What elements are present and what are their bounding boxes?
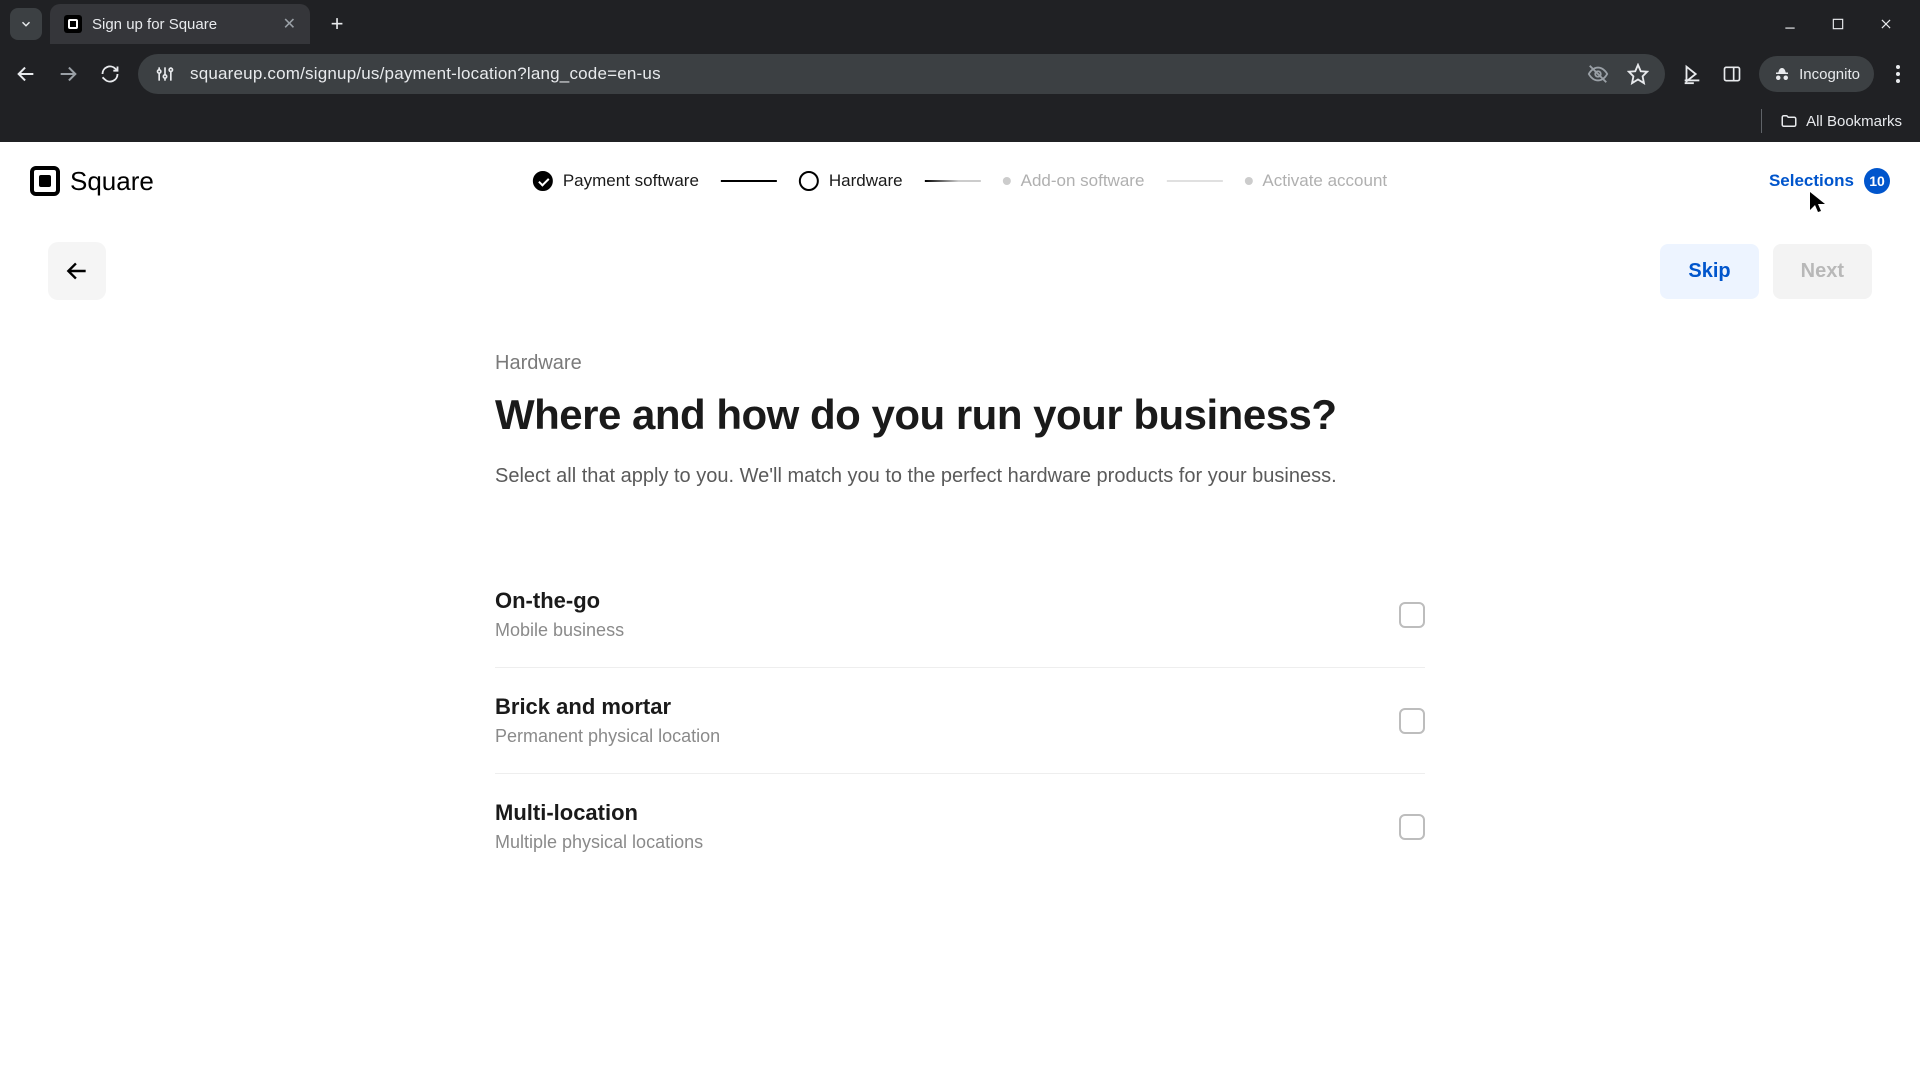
url-text: squareup.com/signup/us/payment-location?… bbox=[190, 64, 661, 84]
browser-forward-button[interactable] bbox=[54, 60, 82, 88]
divider bbox=[1761, 109, 1762, 133]
step-label: Hardware bbox=[829, 171, 903, 191]
side-panel-icon[interactable] bbox=[1719, 61, 1745, 87]
incognito-label: Incognito bbox=[1799, 66, 1860, 83]
tab-favicon bbox=[64, 15, 82, 33]
main-content: Hardware Where and how do you run your b… bbox=[475, 352, 1445, 879]
step-upcoming-icon bbox=[1244, 177, 1252, 185]
option-multi-location[interactable]: Multi-location Multiple physical locatio… bbox=[495, 774, 1425, 879]
section-eyebrow: Hardware bbox=[495, 352, 1425, 375]
options-list: On-the-go Mobile business Brick and mort… bbox=[495, 562, 1425, 879]
app-header: Square Payment software Hardware Add-on … bbox=[0, 142, 1920, 220]
all-bookmarks-button[interactable]: All Bookmarks bbox=[1780, 112, 1902, 130]
browser-back-button[interactable] bbox=[12, 60, 40, 88]
eye-off-icon[interactable] bbox=[1587, 63, 1609, 85]
progress-stepper: Payment software Hardware Add-on softwar… bbox=[533, 171, 1387, 191]
step-current-icon bbox=[799, 171, 819, 191]
square-logo[interactable]: Square bbox=[30, 166, 154, 197]
step-activate-account: Activate account bbox=[1244, 171, 1387, 191]
browser-menu-button[interactable] bbox=[1888, 65, 1908, 83]
tab-strip: Sign up for Square ✕ + bbox=[0, 0, 1920, 48]
step-connector bbox=[721, 180, 777, 182]
option-brick-and-mortar[interactable]: Brick and mortar Permanent physical loca… bbox=[495, 668, 1425, 774]
page-content: Square Payment software Hardware Add-on … bbox=[0, 142, 1920, 1080]
bookmarks-bar: All Bookmarks bbox=[0, 100, 1920, 142]
step-addon-software: Add-on software bbox=[1003, 171, 1145, 191]
window-close-icon[interactable] bbox=[1876, 17, 1896, 31]
option-title: Multi-location bbox=[495, 800, 703, 826]
all-bookmarks-label: All Bookmarks bbox=[1806, 113, 1902, 130]
option-subtitle: Mobile business bbox=[495, 620, 624, 641]
step-payment-software: Payment software bbox=[533, 171, 699, 191]
window-minimize-icon[interactable] bbox=[1780, 17, 1800, 31]
step-done-icon bbox=[533, 171, 553, 191]
option-subtitle: Multiple physical locations bbox=[495, 832, 703, 853]
checkbox[interactable] bbox=[1399, 814, 1425, 840]
tab-search-button[interactable] bbox=[10, 8, 42, 40]
option-title: Brick and mortar bbox=[495, 694, 720, 720]
back-button[interactable] bbox=[48, 242, 106, 300]
selections-count-badge: 10 bbox=[1864, 168, 1890, 194]
square-logo-text: Square bbox=[70, 166, 154, 197]
tab-title: Sign up for Square bbox=[92, 16, 273, 33]
page-headline: Where and how do you run your business? bbox=[495, 391, 1425, 439]
media-control-icon[interactable] bbox=[1679, 61, 1705, 87]
site-settings-icon[interactable] bbox=[154, 63, 176, 85]
step-connector bbox=[1166, 180, 1222, 182]
step-hardware: Hardware bbox=[799, 171, 903, 191]
url-bar[interactable]: squareup.com/signup/us/payment-location?… bbox=[138, 54, 1665, 94]
next-button[interactable]: Next bbox=[1773, 244, 1872, 299]
skip-button[interactable]: Skip bbox=[1660, 244, 1758, 299]
step-upcoming-icon bbox=[1003, 177, 1011, 185]
tab-close-icon[interactable]: ✕ bbox=[283, 14, 296, 34]
checkbox[interactable] bbox=[1399, 602, 1425, 628]
checkbox[interactable] bbox=[1399, 708, 1425, 734]
square-logo-mark bbox=[30, 166, 60, 196]
option-subtitle: Permanent physical location bbox=[495, 726, 720, 747]
window-maximize-icon[interactable] bbox=[1828, 17, 1848, 31]
browser-toolbar: squareup.com/signup/us/payment-location?… bbox=[0, 48, 1920, 100]
bookmark-star-icon[interactable] bbox=[1627, 63, 1649, 85]
window-controls bbox=[1780, 17, 1910, 31]
step-connector bbox=[925, 180, 981, 182]
browser-chrome: Sign up for Square ✕ + bbox=[0, 0, 1920, 142]
incognito-chip[interactable]: Incognito bbox=[1759, 56, 1874, 92]
option-title: On-the-go bbox=[495, 588, 624, 614]
browser-tab[interactable]: Sign up for Square ✕ bbox=[50, 4, 310, 44]
page-nav-row: Skip Next bbox=[0, 220, 1920, 322]
selections-label: Selections bbox=[1769, 171, 1854, 191]
browser-reload-button[interactable] bbox=[96, 60, 124, 88]
new-tab-button[interactable]: + bbox=[320, 7, 354, 41]
step-label: Activate account bbox=[1262, 171, 1387, 191]
option-on-the-go[interactable]: On-the-go Mobile business bbox=[495, 562, 1425, 668]
step-label: Add-on software bbox=[1021, 171, 1145, 191]
page-subhead: Select all that apply to you. We'll matc… bbox=[495, 461, 1375, 492]
step-label: Payment software bbox=[563, 171, 699, 191]
selections-button[interactable]: Selections 10 bbox=[1769, 168, 1890, 194]
